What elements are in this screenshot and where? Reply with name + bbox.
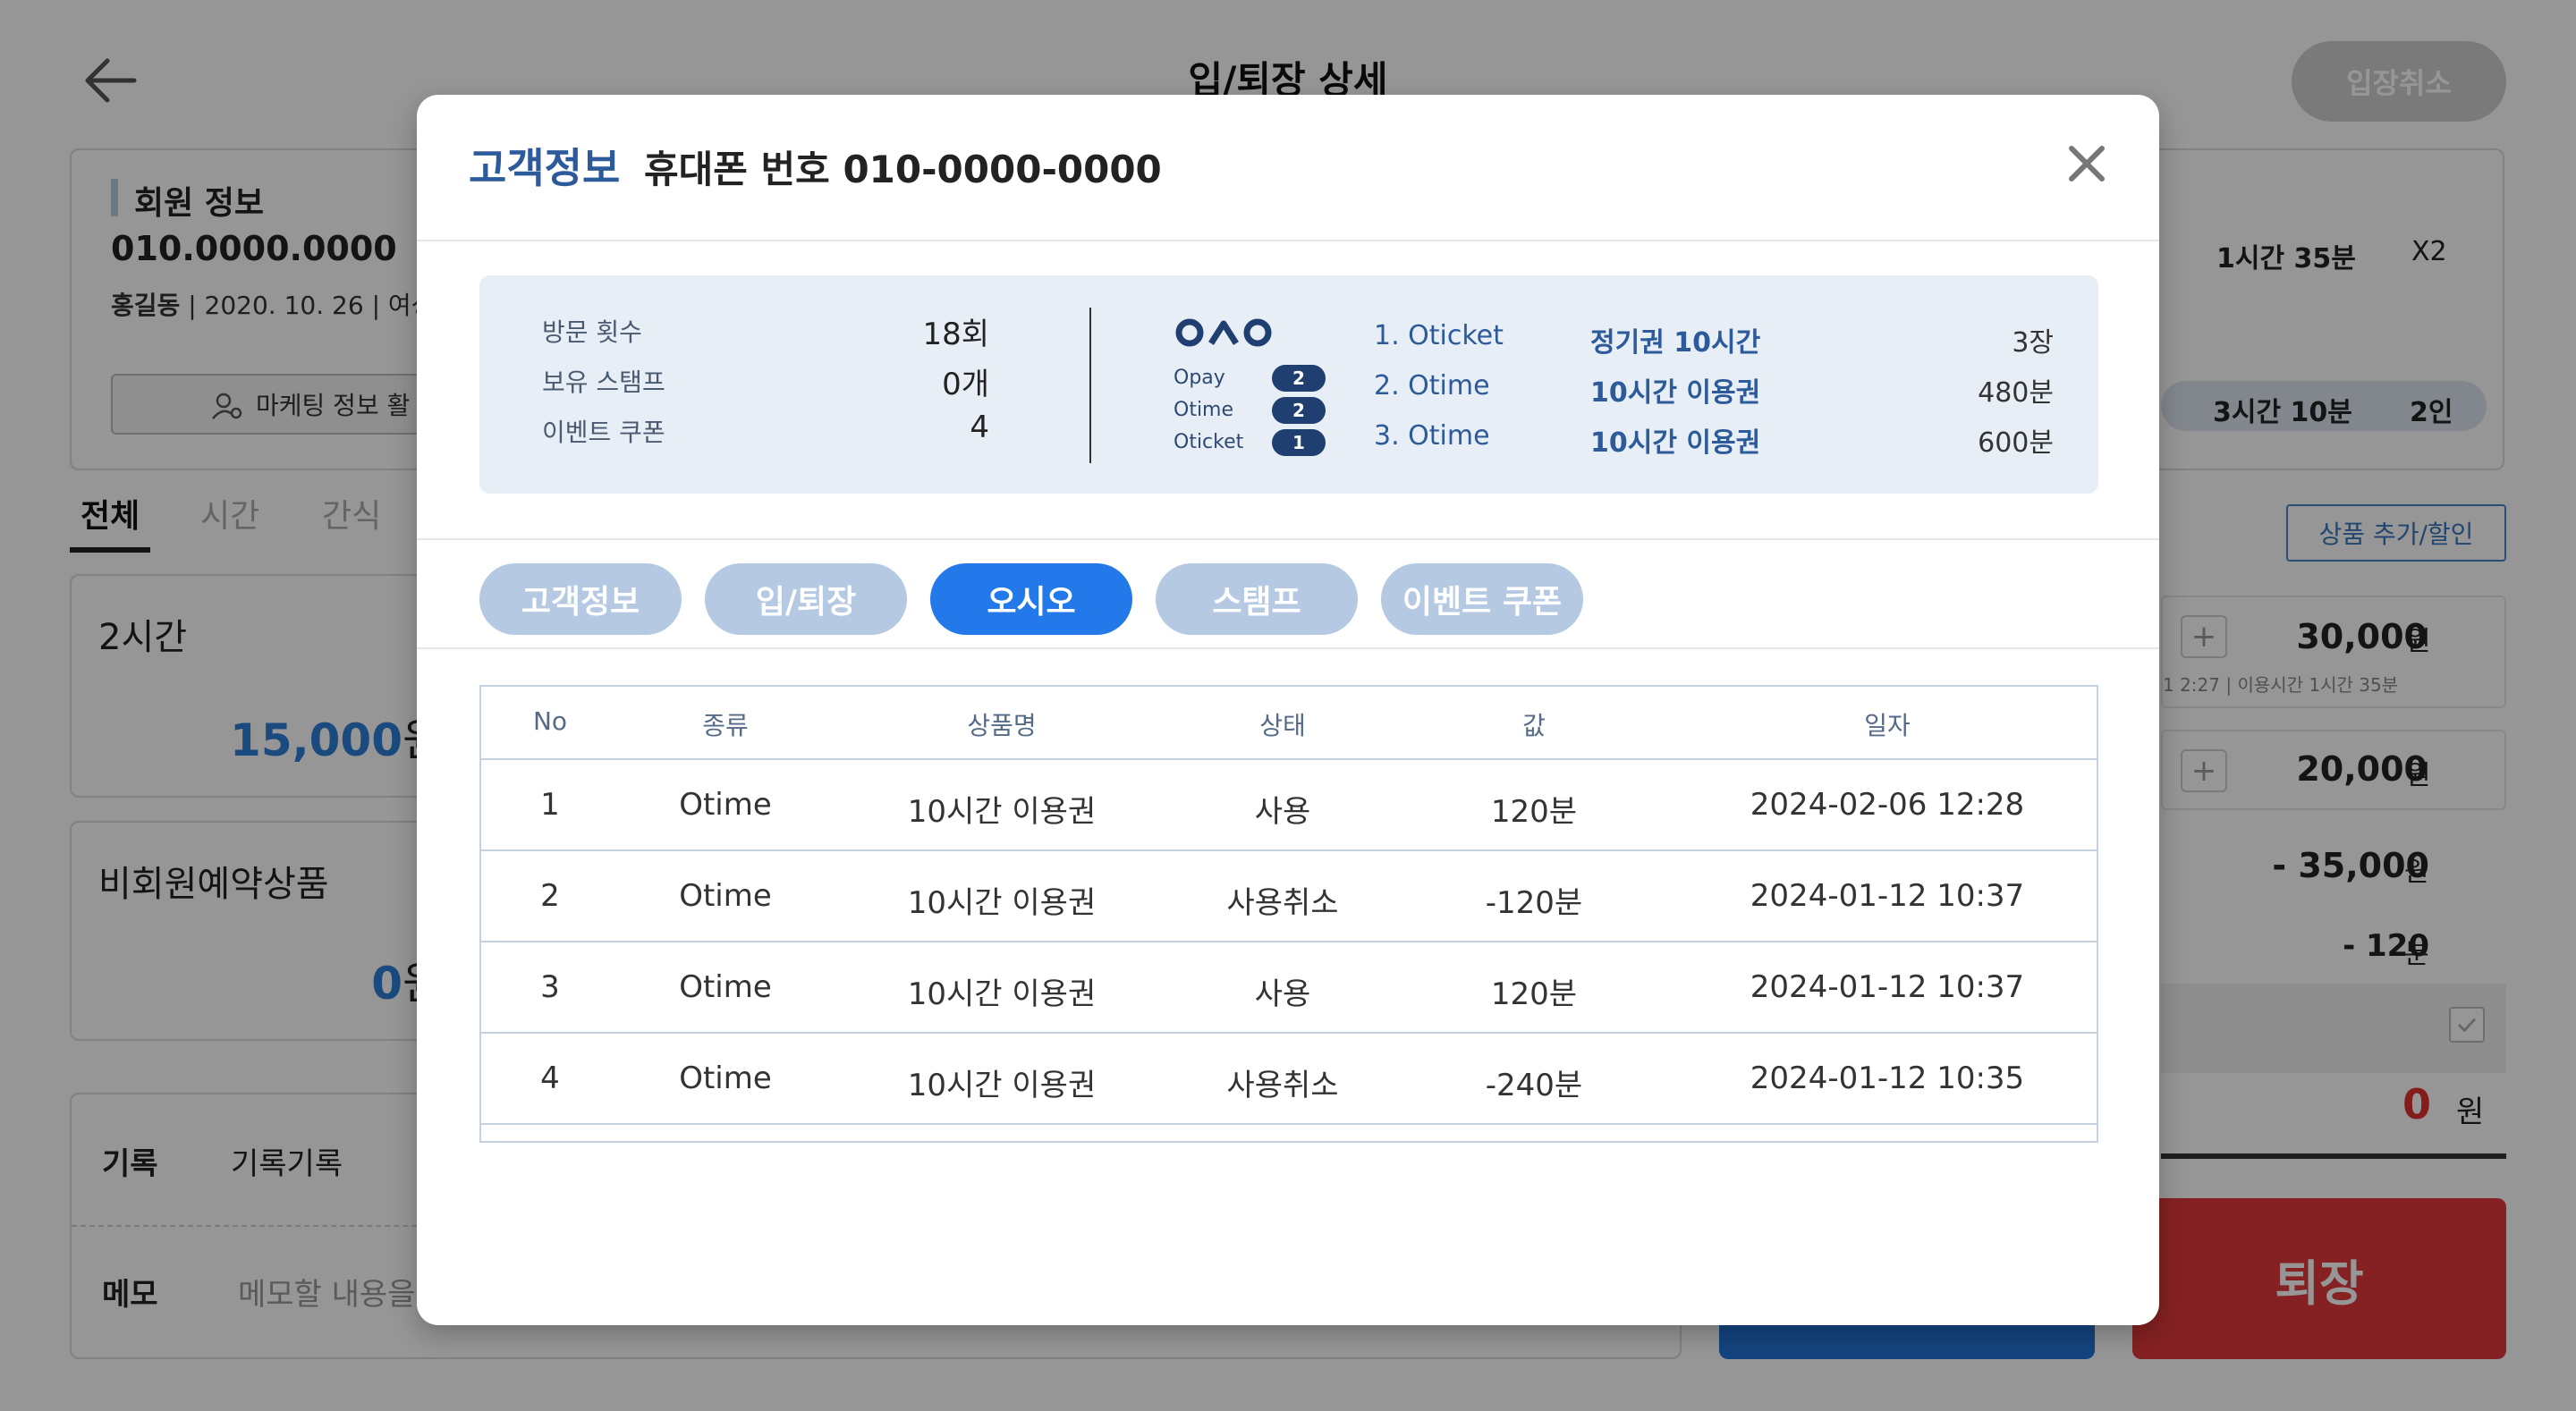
column-header-date: 일자 xyxy=(1864,711,1911,740)
cell-date: 2024-01-12 10:37 xyxy=(1750,878,2025,914)
point-count-badge: 2 xyxy=(1272,397,1326,424)
column-header-type: 종류 xyxy=(702,711,749,740)
ticket-row: 3. Otime 10시간 이용권 600분 xyxy=(1374,420,2054,459)
cell-no: 3 xyxy=(540,969,560,1005)
oso-history-table: No 종류 상품명 상태 값 일자 1 Otime 10시간 이용권 사용 12… xyxy=(479,685,2098,1143)
ticket-row: 2. Otime 10시간 이용권 480분 xyxy=(1374,370,2054,409)
cell-no: 2 xyxy=(540,878,560,914)
cell-value: 120분 xyxy=(1490,976,1578,1012)
stat-label: 이벤트 쿠폰 xyxy=(542,418,665,447)
stat-value: 18회 xyxy=(922,317,989,352)
close-icon[interactable] xyxy=(2064,141,2109,186)
cell-date: 2024-01-12 10:37 xyxy=(1750,969,2025,1005)
point-label: Opay xyxy=(1174,367,1225,389)
tab-oso[interactable]: 오시오 xyxy=(930,563,1132,635)
column-header-value: 값 xyxy=(1522,711,1546,740)
modal-header: 고객정보 휴대폰 번호 010-0000-0000 xyxy=(417,95,2159,241)
point-label: Oticket xyxy=(1174,431,1244,453)
cell-status: 사용취소 xyxy=(1226,885,1339,921)
ticket-kind: 10시간 이용권 xyxy=(1590,427,1761,459)
cell-status: 사용 xyxy=(1254,976,1311,1012)
customer-summary-box: 방문 횟수 18회 보유 스탬프 0개 이벤트 쿠폰 4 Opay 2 Otim… xyxy=(479,275,2098,494)
tab-event-coupon[interactable]: 이벤트 쿠폰 xyxy=(1381,563,1583,635)
ticket-name: 3. Otime xyxy=(1374,420,1490,452)
tab-entry-exit[interactable]: 입/퇴장 xyxy=(705,563,907,635)
cell-no: 1 xyxy=(540,787,560,823)
cell-status: 사용 xyxy=(1254,794,1311,830)
cell-status: 사용취소 xyxy=(1226,1068,1339,1103)
table-row[interactable]: 3 Otime 10시간 이용권 사용 120분 2024-01-12 10:3… xyxy=(481,942,2097,1034)
stat-value: 0개 xyxy=(942,367,989,402)
column-header-product: 상품명 xyxy=(967,711,1037,740)
cell-type: Otime xyxy=(679,969,772,1005)
modal-phone: 휴대폰 번호 010-0000-0000 xyxy=(644,148,1162,191)
cell-product: 10시간 이용권 xyxy=(907,794,1097,830)
point-row: Otime 2 xyxy=(1174,395,1326,426)
modal-tab-strip: 고객정보 입/퇴장 오시오 스탬프 이벤트 쿠폰 xyxy=(417,538,2159,649)
table-header: No 종류 상품명 상태 값 일자 xyxy=(481,687,2097,760)
stat-value: 4 xyxy=(970,410,989,445)
modal-title: 고객정보 xyxy=(469,144,621,192)
point-label: Otime xyxy=(1174,399,1234,421)
cell-product: 10시간 이용권 xyxy=(907,976,1097,1012)
tab-stamp[interactable]: 스탬프 xyxy=(1156,563,1358,635)
ticket-kind: 10시간 이용권 xyxy=(1590,377,1761,409)
tab-customer-info[interactable]: 고객정보 xyxy=(479,563,682,635)
column-header-status: 상태 xyxy=(1259,711,1306,740)
customer-info-modal: 고객정보 휴대폰 번호 010-0000-0000 방문 횟수 18회 보유 스… xyxy=(417,95,2159,1325)
column-header-no: No xyxy=(532,706,568,736)
ticket-qty: 480분 xyxy=(1978,377,2054,409)
cell-date: 2024-01-12 10:35 xyxy=(1750,1060,2025,1096)
table-row[interactable]: 4 Otime 10시간 이용권 사용취소 -240분 2024-01-12 1… xyxy=(481,1034,2097,1125)
ticket-name: 2. Otime xyxy=(1374,370,1490,401)
ticket-qty: 600분 xyxy=(1978,427,2054,459)
point-count-badge: 2 xyxy=(1272,365,1326,392)
cell-value: 120분 xyxy=(1490,794,1578,830)
cell-type: Otime xyxy=(679,787,772,823)
ticket-kind: 정기권 10시간 xyxy=(1590,327,1761,359)
ticket-qty: 3장 xyxy=(2012,327,2054,359)
stat-label: 보유 스탬프 xyxy=(542,368,665,397)
cell-no: 4 xyxy=(540,1060,560,1096)
ticket-name: 1. Oticket xyxy=(1374,320,1504,351)
oso-logo-icon xyxy=(1175,318,1272,347)
table-row[interactable]: 2 Otime 10시간 이용권 사용취소 -120분 2024-01-12 1… xyxy=(481,851,2097,942)
cell-type: Otime xyxy=(679,1060,772,1096)
cell-type: Otime xyxy=(679,878,772,914)
cell-date: 2024-02-06 12:28 xyxy=(1750,787,2025,823)
point-row: Opay 2 xyxy=(1174,363,1326,393)
stat-label: 방문 횟수 xyxy=(542,317,642,347)
cell-product: 10시간 이용권 xyxy=(907,1068,1097,1103)
cell-product: 10시간 이용권 xyxy=(907,885,1097,921)
cell-value: -240분 xyxy=(1485,1068,1583,1103)
ticket-row: 1. Oticket 정기권 10시간 3장 xyxy=(1374,320,2054,359)
cell-value: -120분 xyxy=(1485,885,1583,921)
table-row[interactable]: 1 Otime 10시간 이용권 사용 120분 2024-02-06 12:2… xyxy=(481,760,2097,851)
point-row: Oticket 1 xyxy=(1174,427,1326,458)
point-count-badge: 1 xyxy=(1272,429,1326,456)
vertical-divider xyxy=(1089,308,1091,463)
